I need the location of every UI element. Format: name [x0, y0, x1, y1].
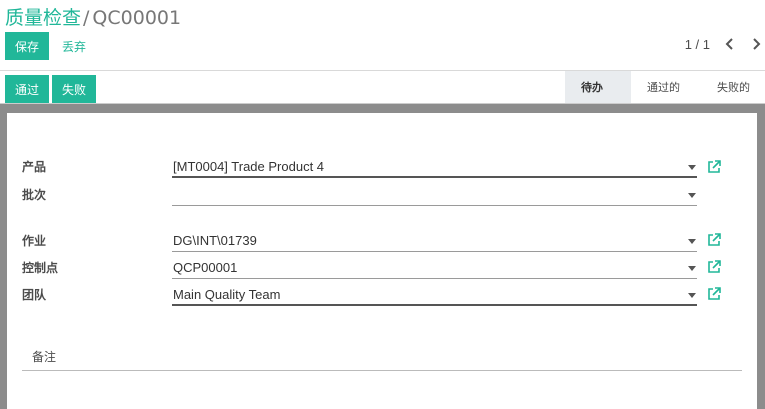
dropdown-caret-icon[interactable] — [688, 165, 696, 170]
control-point-label: 控制点 — [22, 261, 59, 275]
stage-todo[interactable]: 待办 — [565, 71, 631, 103]
control-point-value: QCP00001 — [173, 260, 238, 275]
product-label: 产品 — [22, 160, 47, 174]
operation-field[interactable]: DG\INT\01739 — [172, 230, 697, 252]
team-field[interactable]: Main Quality Team — [172, 284, 697, 306]
dropdown-caret-icon[interactable] — [688, 266, 696, 271]
breadcrumb-separator: / — [83, 7, 90, 29]
operation-label: 作业 — [22, 234, 47, 248]
breadcrumb: 质量检查 / QC00001 — [5, 3, 181, 30]
operation-value: DG\INT\01739 — [173, 233, 257, 248]
pager-next-button[interactable] — [746, 34, 765, 54]
discard-button[interactable]: 丢弃 — [62, 38, 86, 55]
chevron-right-icon — [753, 38, 761, 50]
lot-label: 批次 — [22, 188, 47, 202]
stage-passed[interactable]: 通过的 — [631, 71, 701, 103]
lot-field[interactable] — [172, 184, 697, 206]
external-link-icon[interactable] — [707, 260, 721, 274]
fail-button[interactable]: 失败 — [52, 75, 96, 103]
form-sheet: 产品 [MT0004] Trade Product 4 批次 作业 DG\INT… — [7, 113, 757, 409]
product-value: [MT0004] Trade Product 4 — [173, 159, 325, 174]
team-label: 团队 — [22, 288, 47, 302]
stage-label: 失败的 — [717, 81, 750, 94]
notebook-tabs: 备注 — [22, 343, 742, 371]
breadcrumb-current: QC00001 — [92, 7, 182, 29]
tab-notes[interactable]: 备注 — [32, 348, 56, 365]
external-link-icon[interactable] — [707, 233, 721, 247]
pager-value[interactable]: 1 / 1 — [685, 37, 710, 52]
stage-label: 待办 — [581, 81, 603, 94]
stage-pipeline: 待办 通过的 失败的 — [565, 71, 765, 103]
save-button[interactable]: 保存 — [5, 32, 49, 60]
team-value: Main Quality Team — [173, 287, 281, 302]
stage-label: 通过的 — [647, 81, 680, 94]
pass-button[interactable]: 通过 — [5, 75, 49, 103]
pager-previous-button[interactable] — [720, 34, 740, 54]
breadcrumb-root-link[interactable]: 质量检查 — [5, 7, 81, 29]
stage-failed[interactable]: 失败的 — [701, 71, 765, 103]
statusbar: 通过 失败 待办 通过的 失败的 — [0, 71, 765, 104]
chevron-left-icon — [725, 38, 733, 50]
external-link-icon[interactable] — [707, 160, 721, 174]
control-point-field[interactable]: QCP00001 — [172, 257, 697, 279]
control-panel: 质量检查 / QC00001 保存 丢弃 1 / 1 — [0, 0, 765, 70]
dropdown-caret-icon[interactable] — [688, 193, 696, 198]
product-field[interactable]: [MT0004] Trade Product 4 — [172, 156, 697, 178]
dropdown-caret-icon[interactable] — [688, 239, 696, 244]
external-link-icon[interactable] — [707, 287, 721, 301]
dropdown-caret-icon[interactable] — [688, 293, 696, 298]
